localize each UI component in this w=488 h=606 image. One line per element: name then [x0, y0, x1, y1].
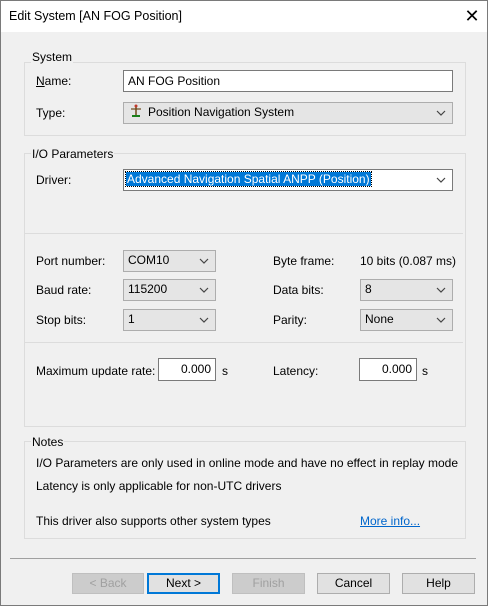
baud-rate-select[interactable]: 115200 [123, 279, 216, 301]
notes-line-3: This driver also supports other system t… [36, 514, 271, 528]
parity-select[interactable]: None [360, 309, 453, 331]
io-separator-2 [25, 342, 463, 343]
cancel-button[interactable]: Cancel [317, 573, 390, 594]
position-antenna-icon [128, 104, 144, 118]
next-button[interactable]: Next > [147, 573, 220, 594]
byte-frame-label: Byte frame: [273, 254, 335, 268]
driver-label-text: Driver: [36, 173, 72, 187]
more-info-link[interactable]: More info... [360, 514, 420, 528]
footer-separator [10, 558, 476, 559]
driver-label: Driver: [36, 173, 71, 187]
max-update-rate-input[interactable]: 0.000 [158, 358, 216, 381]
latency-label: Latency: [273, 364, 319, 378]
driver-select-value: Advanced Navigation Spatial ANPP (Positi… [125, 171, 372, 187]
name-label: Name: [36, 74, 72, 88]
notes-label: Notes [31, 435, 65, 449]
type-label: Type: [36, 106, 65, 120]
port-number-value: COM10 [128, 253, 170, 267]
chevron-down-icon [199, 310, 209, 323]
data-bits-label: Data bits: [273, 283, 324, 297]
port-number-select[interactable]: COM10 [123, 250, 216, 272]
chevron-down-icon [436, 103, 446, 116]
chevron-down-icon [199, 280, 209, 293]
io-separator-1 [25, 233, 463, 234]
finish-button[interactable]: Finish [232, 573, 305, 594]
window-title: Edit System [AN FOG Position] [9, 9, 182, 23]
name-input[interactable]: AN FOG Position [123, 70, 453, 92]
parity-label: Parity: [273, 313, 308, 327]
chevron-down-icon [436, 170, 446, 183]
chevron-down-icon [199, 251, 209, 264]
stop-bits-select[interactable]: 1 [123, 309, 216, 331]
type-label-text: Type: [36, 106, 66, 120]
notes-line-1: I/O Parameters are only used in online m… [36, 456, 459, 470]
baud-rate-value: 115200 [128, 282, 168, 296]
latency-unit: s [422, 364, 428, 378]
byte-frame-value: 10 bits (0.087 ms) [360, 254, 457, 268]
stop-bits-value: 1 [128, 312, 135, 326]
stop-bits-label: Stop bits: [36, 313, 87, 327]
data-bits-select[interactable]: 8 [360, 279, 453, 301]
io-parameters-label: I/O Parameters [31, 147, 115, 161]
chevron-down-icon [436, 280, 446, 293]
system-group-label: System [31, 50, 74, 64]
close-icon[interactable]: ✕ [460, 4, 484, 28]
chevron-down-icon [436, 310, 446, 323]
max-update-rate-label: Maximum update rate: [36, 364, 156, 378]
driver-select[interactable]: Advanced Navigation Spatial ANPP (Positi… [123, 169, 453, 191]
help-button[interactable]: Help [402, 573, 475, 594]
back-button[interactable]: < Back [72, 573, 144, 594]
latency-input[interactable]: 0.000 [359, 358, 417, 381]
type-select-value: Position Navigation System [148, 105, 295, 119]
parity-value: None [365, 312, 394, 326]
name-label-text: ame: [44, 74, 72, 88]
type-select[interactable]: Position Navigation System [123, 102, 453, 124]
baud-rate-label: Baud rate: [36, 283, 92, 297]
port-number-label: Port number: [36, 254, 106, 268]
max-update-rate-unit: s [222, 364, 228, 378]
data-bits-value: 8 [365, 282, 372, 296]
notes-line-2: Latency is only applicable for non-UTC d… [36, 479, 282, 493]
